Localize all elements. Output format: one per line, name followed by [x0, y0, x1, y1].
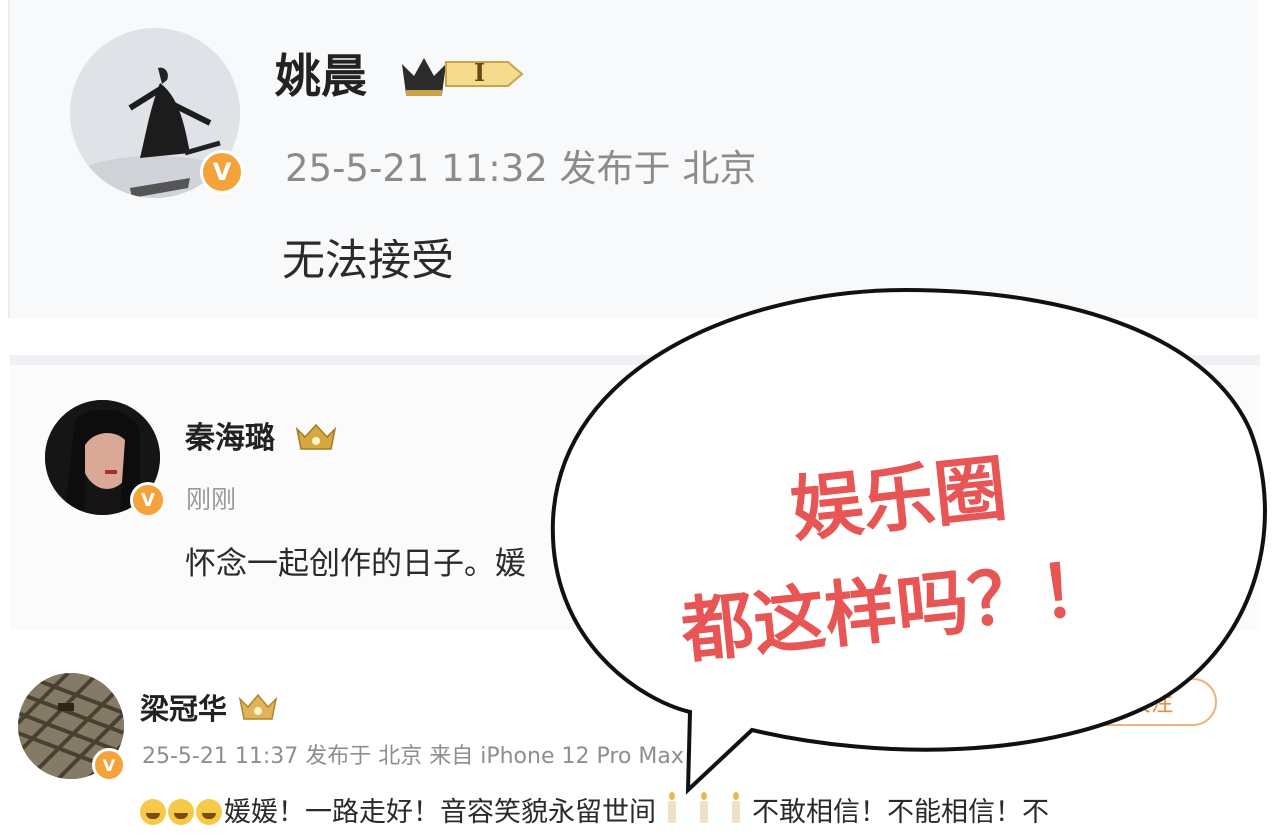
username[interactable]: 梁冠华 — [140, 686, 227, 728]
crying-face-icon — [140, 799, 166, 825]
post-meta: 25-5-21 11:37 发布于 北京 来自 iPhone 12 Pro Ma… — [142, 744, 684, 769]
crying-face-icon — [196, 799, 222, 825]
username[interactable]: 秦海璐 — [185, 413, 275, 457]
post-text: 怀念一起创作的日子。媛 — [185, 546, 526, 582]
post-card-liang-guanhua: V 梁冠华 关注 25-5-21 11:37 发布于 北京 来自 iPhone … — [0, 640, 1280, 838]
post-text-part-b: 不敢相信！不能相信！不 — [752, 797, 1049, 828]
candle-icon — [700, 792, 708, 823]
crown-icon — [238, 693, 278, 721]
candle-icon — [668, 792, 676, 823]
post-meta: 刚刚 — [186, 485, 237, 514]
post-meta: 25-5-21 11:32 发布于 北京 — [285, 147, 757, 190]
verified-badge-icon: V — [92, 748, 126, 782]
crown-icon — [295, 423, 337, 451]
verified-badge-icon: V — [130, 482, 166, 518]
crying-face-icon — [168, 799, 194, 825]
post-text: 媛媛！一路走好！音容笑貌永留世间 不敢相信！不能相信！不 — [140, 790, 1049, 829]
post-text: 无法接受 — [282, 236, 454, 286]
candle-icon — [732, 792, 740, 823]
post-card-yao-chen: V 姚晨 I 25-5-21 11:32 发布于 北京 无法接受 — [8, 0, 1258, 318]
crown-level-icon: I — [400, 50, 525, 98]
level-text: I — [474, 58, 486, 87]
callout-line-1: 娱乐圈 — [786, 445, 1011, 553]
username[interactable]: 姚晨 — [275, 40, 367, 106]
follow-button[interactable]: 关注 — [1085, 678, 1217, 726]
follow-label: 关注 — [1128, 692, 1173, 717]
verified-badge-icon: V — [200, 150, 244, 194]
post-text-part-a: 媛媛！一路走好！音容笑貌永留世间 — [224, 797, 656, 828]
